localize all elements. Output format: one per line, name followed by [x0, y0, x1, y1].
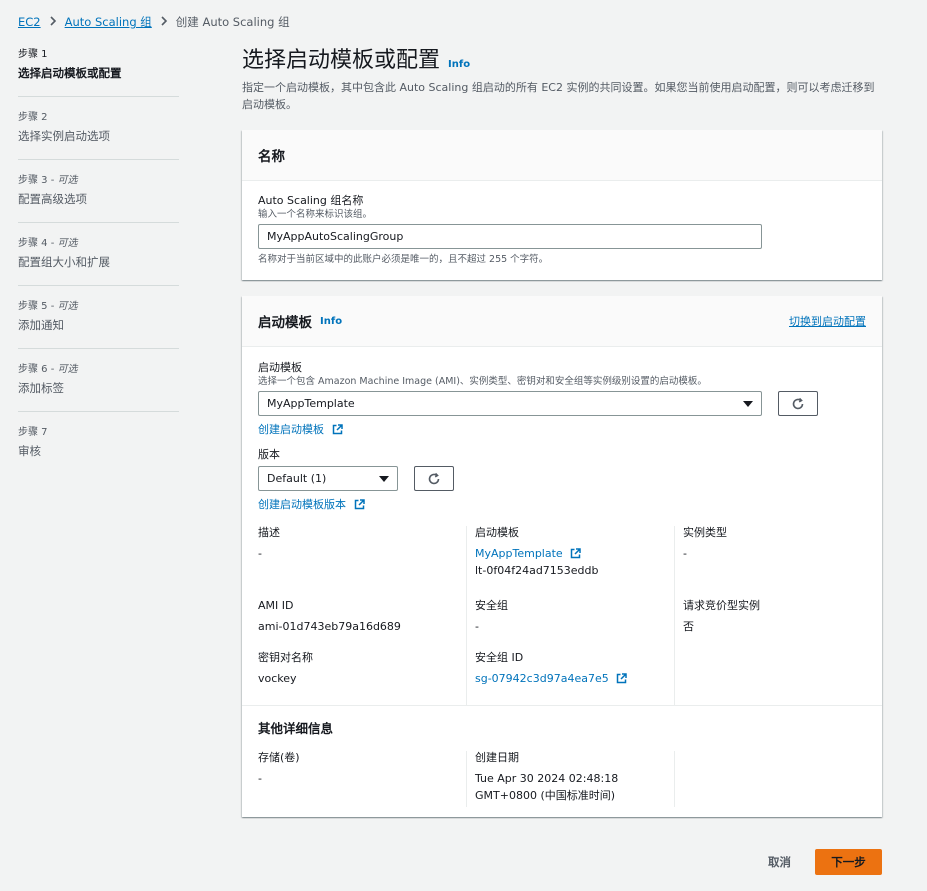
refresh-icon — [792, 397, 804, 409]
step-number: 步骤 4 - — [18, 238, 58, 249]
security-group-id-label: 安全组 ID — [475, 651, 524, 664]
caret-down-icon — [743, 400, 753, 407]
step-optional: 可选 — [57, 364, 78, 375]
step-1[interactable]: 步骤 1 选择启动模板或配置 — [18, 44, 179, 97]
panel-header: 名称 — [242, 130, 882, 181]
step-optional: 可选 — [57, 301, 78, 312]
step-number: 步骤 7 — [18, 427, 48, 438]
step-number: 步骤 6 - — [18, 364, 58, 375]
breadcrumb-ec2-link[interactable]: EC2 — [18, 15, 41, 29]
instance-type-value: - — [683, 547, 687, 560]
template-details: 描述 - AMI ID ami-01d743eb79a16d689 密钥对名称 … — [258, 526, 866, 705]
asg-name-label: Auto Scaling 组名称 — [258, 194, 364, 207]
description-label: 描述 — [258, 526, 280, 539]
external-link-icon — [354, 499, 365, 510]
creation-date-value: Tue Apr 30 2024 02:48:18 — [475, 772, 619, 785]
security-groups-label: 安全组 — [475, 599, 508, 612]
panel-title: 启动模板 — [258, 315, 312, 331]
ami-id-value: ami-01d743eb79a16d689 — [258, 620, 401, 633]
step-title: 选择启动模板或配置 — [18, 66, 122, 80]
panel-body: 启动模板 选择一个包含 Amazon Machine Image (AMI)、实… — [242, 347, 882, 705]
security-groups-value: - — [475, 620, 479, 633]
step-optional: 可选 — [57, 238, 78, 249]
chevron-right-icon — [49, 15, 57, 29]
spot-instances-label: 请求竞价型实例 — [683, 599, 760, 612]
info-link[interactable]: Info — [448, 59, 470, 70]
breadcrumb-current: 创建 Auto Scaling 组 — [175, 15, 290, 29]
step-number: 步骤 5 - — [18, 301, 58, 312]
step-number: 步骤 3 - — [18, 175, 58, 186]
launch-template-select[interactable]: MyAppTemplate — [258, 391, 762, 416]
refresh-templates-button[interactable] — [778, 391, 818, 416]
external-link-icon — [332, 424, 343, 435]
launch-template-label: 启动模板 — [258, 361, 302, 374]
step-title: 配置组大小和扩展 — [18, 255, 110, 269]
step-title: 添加通知 — [18, 318, 64, 332]
launch-template-selected: MyAppTemplate — [267, 397, 355, 410]
cancel-button[interactable]: 取消 — [768, 854, 791, 870]
chevron-right-icon — [160, 15, 168, 29]
step-3[interactable]: 步骤 3 - 可选 配置高级选项 — [18, 170, 179, 223]
instance-type-label: 实例类型 — [683, 526, 727, 539]
caret-down-icon — [379, 475, 389, 482]
main-content: 选择启动模板或配置 Info 指定一个启动模板，其中包含此 Auto Scali… — [242, 44, 882, 817]
step-number: 步骤 1 — [18, 49, 48, 60]
version-label: 版本 — [258, 448, 280, 461]
next-button[interactable]: 下一步 — [815, 849, 882, 875]
refresh-versions-button[interactable] — [414, 466, 454, 491]
creation-date-label: 创建日期 — [475, 751, 519, 764]
version-selected: Default (1) — [267, 472, 327, 485]
storage-label: 存储(卷) — [258, 751, 300, 764]
asg-name-input[interactable] — [258, 224, 762, 249]
panel-title: 名称 — [258, 149, 285, 165]
info-link[interactable]: Info — [320, 316, 342, 327]
storage-value: - — [258, 772, 262, 785]
breadcrumb-asg-link[interactable]: Auto Scaling 组 — [65, 14, 152, 30]
asg-name-description: 输入一个名称来标识该组。 — [258, 209, 373, 220]
step-title: 审核 — [18, 444, 41, 458]
panel-header: 启动模板 Info 切换到启动配置 — [242, 296, 882, 347]
asg-name-constraint: 名称对于当前区域中的此账户必须是唯一的，且不超过 255 个字符。 — [258, 254, 549, 265]
step-4[interactable]: 步骤 4 - 可选 配置组大小和扩展 — [18, 233, 179, 286]
page-title: 选择启动模板或配置 — [242, 48, 441, 73]
version-select[interactable]: Default (1) — [258, 466, 398, 491]
additional-details-section: 其他详细信息 存储(卷) - 创建日期 Tue Apr 30 2024 02:4… — [242, 705, 882, 817]
wizard-footer: 取消 下一步 — [768, 849, 882, 875]
launch-template-name-link[interactable]: MyAppTemplate — [475, 547, 563, 560]
name-panel: 名称 Auto Scaling 组名称 输入一个名称来标识该组。 名称对于当前区… — [242, 130, 882, 280]
ami-id-label: AMI ID — [258, 599, 294, 612]
description-value: - — [258, 547, 262, 560]
step-number: 步骤 2 — [18, 112, 48, 123]
external-link-icon — [616, 673, 627, 684]
step-optional: 可选 — [57, 175, 78, 186]
panel-body: Auto Scaling 组名称 输入一个名称来标识该组。 名称对于当前区域中的… — [242, 181, 882, 280]
key-pair-label: 密钥对名称 — [258, 651, 313, 664]
refresh-icon — [428, 472, 440, 484]
wizard-steps-nav: 步骤 1 选择启动模板或配置 步骤 2 选择实例启动选项 步骤 3 - 可选 配… — [18, 44, 179, 484]
step-2[interactable]: 步骤 2 选择实例启动选项 — [18, 107, 179, 160]
launch-template-description: 选择一个包含 Amazon Machine Image (AMI)、实例类型、密… — [258, 376, 707, 387]
create-launch-template-link[interactable]: 创建启动模板 — [258, 423, 324, 436]
launch-template-panel: 启动模板 Info 切换到启动配置 启动模板 选择一个包含 Amazon Mac… — [242, 296, 882, 817]
page-header: 选择启动模板或配置 Info — [242, 44, 882, 78]
page-description: 指定一个启动模板，其中包含此 Auto Scaling 组启动的所有 EC2 实… — [242, 81, 875, 111]
launch-template-detail-label: 启动模板 — [475, 526, 519, 539]
spot-instances-value: 否 — [683, 620, 694, 633]
step-7[interactable]: 步骤 7 审核 — [18, 422, 179, 474]
step-title: 添加标签 — [18, 381, 64, 395]
step-6[interactable]: 步骤 6 - 可选 添加标签 — [18, 359, 179, 412]
creation-date-timezone: GMT+0800 (中国标准时间) — [475, 789, 616, 802]
switch-to-launch-config-link[interactable]: 切换到启动配置 — [789, 313, 866, 329]
step-title: 选择实例启动选项 — [18, 129, 110, 143]
create-template-version-link[interactable]: 创建启动模板版本 — [258, 498, 346, 511]
external-link-icon — [570, 548, 581, 559]
launch-template-id: lt-0f04f24ad7153eddb — [475, 564, 599, 577]
security-group-id-link[interactable]: sg-07942c3d97a4ea7e5 — [475, 672, 609, 685]
step-5[interactable]: 步骤 5 - 可选 添加通知 — [18, 296, 179, 349]
additional-details-title: 其他详细信息 — [258, 721, 334, 736]
step-title: 配置高级选项 — [18, 192, 87, 206]
key-pair-value: vockey — [258, 672, 297, 685]
breadcrumb: EC2 Auto Scaling 组 创建 Auto Scaling 组 — [18, 14, 290, 30]
